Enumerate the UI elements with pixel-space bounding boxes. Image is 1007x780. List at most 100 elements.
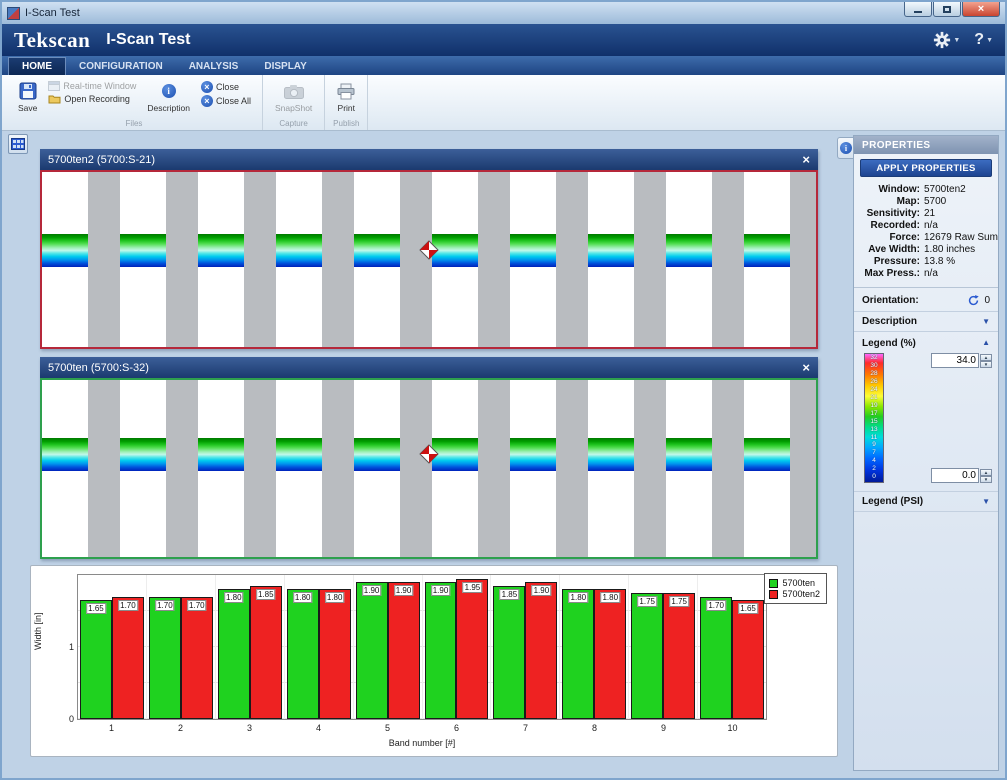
property-value-5: 1.80 inches (924, 244, 998, 255)
color-scale-tick: 15 (870, 419, 877, 426)
title-bar[interactable]: I-Scan Test × (2, 2, 1005, 24)
close-button[interactable]: × (962, 2, 1000, 17)
property-value-4: 12679 Raw Sum (924, 232, 998, 243)
gear-icon (933, 31, 951, 49)
bar-5700ten-band-6[interactable]: 1.90 (425, 582, 457, 719)
camera-icon (284, 81, 304, 101)
info-icon: i (840, 142, 852, 154)
rotate-icon[interactable] (967, 294, 980, 307)
bar-5700ten-band-8[interactable]: 1.80 (562, 589, 594, 719)
x-tick-label: 8 (560, 723, 629, 733)
tile-windows-button[interactable] (8, 134, 28, 154)
maximize-button[interactable] (933, 2, 961, 17)
save-button[interactable]: Save (13, 78, 42, 116)
width-chart-panel: Width [in] 1.651.701.701.701.801.851.801… (30, 565, 838, 757)
property-label-7: Max Press.: (856, 268, 920, 279)
orientation-marker-icon[interactable] (419, 444, 439, 464)
print-button[interactable]: Print (332, 78, 360, 116)
bar-5700ten2-band-6[interactable]: 1.95 (456, 579, 488, 719)
properties-tab-handle[interactable]: i (837, 137, 854, 159)
x-tick-label: 9 (629, 723, 698, 733)
sensor-window-5700ten[interactable]: 5700ten (5700:S-32) × (40, 357, 818, 559)
bar-5700ten-band-3[interactable]: 1.80 (218, 589, 250, 719)
bar-5700ten2-band-1[interactable]: 1.70 (112, 597, 144, 719)
close-all-button[interactable]: × Close All (198, 94, 254, 108)
close-icon[interactable]: × (802, 153, 810, 166)
tab-display[interactable]: DISPLAY (251, 58, 319, 75)
chevron-down-icon: ▼ (953, 37, 960, 44)
apply-properties-button[interactable]: APPLY PROPERTIES (860, 159, 992, 177)
legend-swatch (769, 579, 778, 588)
bar-5700ten-band-5[interactable]: 1.90 (356, 582, 388, 719)
minimize-button[interactable] (904, 2, 932, 17)
sensor-window-title-bar[interactable]: 5700ten (5700:S-32) × (40, 357, 818, 378)
info-icon: i (162, 81, 176, 101)
bar-5700ten2-band-2[interactable]: 1.70 (181, 597, 213, 719)
close-window-button[interactable]: × Close (198, 80, 254, 94)
sensor-map-view[interactable] (40, 378, 818, 559)
color-scale-tick: 9 (872, 442, 876, 449)
bar-group-7: 1.851.90 (490, 575, 559, 719)
bar-group-8: 1.80 1.80 (559, 575, 628, 719)
property-label-2: Sensitivity: (856, 208, 920, 219)
color-scale: 323028262421191715131197420 (864, 353, 884, 483)
spin-up-button[interactable]: ▲ (980, 354, 992, 361)
bar-5700ten-band-1[interactable]: 1.65 (80, 600, 112, 719)
chevron-down-icon: ▼ (982, 497, 990, 506)
bar-5700ten-band-4[interactable]: 1.80 (287, 589, 319, 719)
settings-button[interactable]: ▼ (933, 31, 960, 49)
description-button[interactable]: i Description (142, 78, 195, 116)
bar-value-label: 1.80 (569, 592, 589, 603)
properties-panel: PROPERTIES APPLY PROPERTIES Window:5700t… (853, 135, 999, 771)
help-button[interactable]: ? ▼ (974, 31, 993, 49)
bar-value-label: 1.70 (706, 600, 726, 611)
legend-max-input[interactable] (931, 353, 979, 368)
open-recording-button[interactable]: Open Recording (45, 92, 139, 105)
close-all-circle-icon: × (201, 95, 213, 107)
orientation-value: 0 (984, 295, 990, 306)
spin-down-button[interactable]: ▼ (980, 361, 992, 368)
x-tick-label: 2 (146, 723, 215, 733)
printer-icon (337, 81, 355, 101)
tab-home[interactable]: HOME (8, 57, 66, 75)
app-icon (7, 7, 20, 20)
property-fields: Window:5700ten2Map:5700Sensitivity:21Rec… (854, 182, 998, 285)
bar-group-6: 1.90 1.95 (422, 575, 491, 719)
chart-legend: 5700ten5700ten2 (764, 573, 827, 604)
tab-configuration[interactable]: CONFIGURATION (66, 58, 176, 75)
bar-value-label: 1.75 (669, 596, 689, 607)
bar-5700ten-band-7[interactable]: 1.85 (493, 586, 525, 719)
sensor-window-title-bar[interactable]: 5700ten2 (5700:S-21) × (40, 149, 818, 170)
bar-5700ten2-band-8[interactable]: 1.80 (594, 589, 626, 719)
color-scale-tick: 28 (870, 371, 877, 378)
spin-down-button[interactable]: ▼ (980, 476, 992, 483)
bar-5700ten2-band-7[interactable]: 1.90 (525, 582, 557, 719)
legend-psi-section-header[interactable]: Legend (PSI) ▼ (854, 491, 998, 512)
bar-5700ten2-band-10[interactable]: 1.65 (732, 600, 764, 719)
tab-analysis[interactable]: ANALYSIS (176, 58, 252, 75)
close-icon[interactable]: × (802, 361, 810, 374)
tekscan-logo: Tekscan (14, 28, 90, 53)
chart-legend-item-5700ten: 5700ten (769, 578, 820, 588)
description-section-header[interactable]: Description ▼ (854, 311, 998, 332)
bar-value-label: 1.80 (600, 592, 620, 603)
bar-5700ten2-band-3[interactable]: 1.85 (250, 586, 282, 719)
orientation-marker-icon[interactable] (419, 240, 439, 260)
bar-5700ten2-band-4[interactable]: 1.80 (319, 589, 351, 719)
bar-value-label: 1.70 (118, 600, 138, 611)
close-circle-icon: × (201, 81, 213, 93)
bar-5700ten-band-2[interactable]: 1.70 (149, 597, 181, 719)
color-scale-tick: 30 (870, 363, 877, 370)
sensor-window-title: 5700ten2 (5700:S-21) (48, 154, 155, 166)
bar-5700ten-band-9[interactable]: 1.75 (631, 593, 663, 719)
bar-value-label: 1.90 (431, 585, 451, 596)
bar-5700ten2-band-9[interactable]: 1.75 (663, 593, 695, 719)
sensor-window-5700ten2[interactable]: 5700ten2 (5700:S-21) × (40, 149, 818, 349)
chevron-down-icon: ▼ (986, 37, 993, 44)
spin-up-button[interactable]: ▲ (980, 469, 992, 476)
color-scale-tick: 24 (870, 387, 877, 394)
legend-min-input[interactable] (931, 468, 979, 483)
bar-5700ten-band-10[interactable]: 1.70 (700, 597, 732, 719)
bar-5700ten2-band-5[interactable]: 1.90 (388, 582, 420, 719)
sensor-map-view[interactable] (40, 170, 818, 349)
